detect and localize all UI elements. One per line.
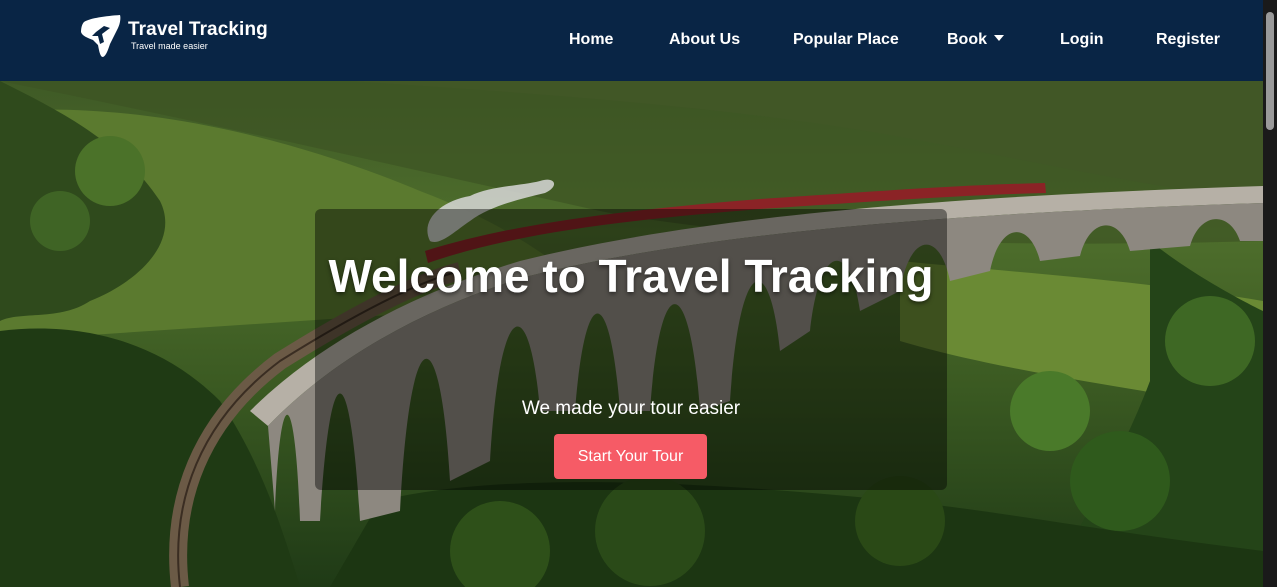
navbar: Travel Tracking Travel made easier Home … [0,0,1263,81]
nav-about-us[interactable]: About Us [669,30,740,50]
hero-section: Welcome to Travel Tracking We made your … [0,81,1263,587]
scrollbar[interactable] [1263,0,1277,587]
nav-register[interactable]: Register [1156,30,1220,50]
nav-links: Home About Us Popular Place Book Login R… [0,0,1263,81]
scrollbar-thumb[interactable] [1266,12,1274,130]
caret-down-icon [994,34,1004,41]
nav-home[interactable]: Home [569,30,613,50]
nav-popular-place[interactable]: Popular Place [793,30,899,50]
hero-title: Welcome to Travel Tracking [328,250,934,302]
start-tour-button[interactable]: Start Your Tour [554,434,707,479]
nav-login[interactable]: Login [1060,30,1104,50]
nav-book-dropdown[interactable]: Book [947,30,1004,50]
nav-book-label: Book [947,31,987,48]
hero-subtitle: We made your tour easier [521,398,741,419]
